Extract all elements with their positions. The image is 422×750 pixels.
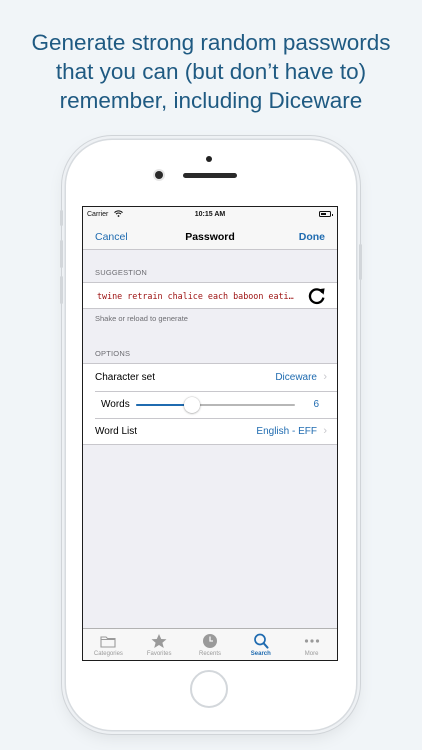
- tab-label: More: [304, 651, 319, 657]
- words-value: 6: [313, 399, 319, 410]
- tab-more[interactable]: More: [286, 629, 337, 660]
- done-button[interactable]: Done: [299, 231, 325, 243]
- tab-search[interactable]: Search: [235, 629, 286, 660]
- marketing-headline: Generate strong random passwords that yo…: [0, 28, 422, 115]
- refresh-icon[interactable]: [307, 286, 327, 306]
- suggestion-section-header: SUGGESTION: [95, 268, 148, 277]
- star-icon: [151, 634, 167, 648]
- clock-icon: [202, 634, 217, 648]
- status-time: 10:15 AM: [194, 211, 226, 218]
- headline-line-3: remember, including Diceware: [59, 88, 363, 113]
- words-row: Words 6: [83, 391, 337, 418]
- character-set-row[interactable]: Character set Diceware ›: [83, 364, 337, 391]
- tab-recents[interactable]: Recents: [185, 629, 236, 660]
- status-bar: Carrier 10:15 AM: [83, 207, 337, 223]
- word-list-label: Word List: [95, 426, 138, 437]
- tab-label: Search: [250, 651, 271, 657]
- options-group: Character set Diceware › Words 6 Word Li…: [83, 363, 337, 445]
- words-label: Words: [101, 399, 130, 410]
- more-icon: [304, 639, 319, 643]
- search-icon: [253, 633, 269, 649]
- options-section-header: OPTIONS: [95, 349, 131, 358]
- words-slider[interactable]: [136, 397, 295, 413]
- word-list-row[interactable]: Word List English - EFF ›: [83, 418, 337, 445]
- folder-icon: [100, 636, 116, 648]
- home-button: [190, 670, 228, 708]
- suggestion-cell: twine retrain chalice each baboon eati…: [83, 282, 337, 309]
- character-set-value: Diceware: [275, 372, 317, 383]
- front-camera: [155, 171, 163, 179]
- tab-label: Recents: [198, 651, 221, 657]
- word-list-value: English - EFF: [256, 426, 317, 437]
- power-button: [359, 244, 362, 280]
- battery-icon: [319, 211, 333, 217]
- headline-line-2: that you can (but don’t have to): [55, 59, 367, 84]
- tab-categories[interactable]: Categories: [83, 629, 134, 660]
- mute-switch: [60, 210, 63, 226]
- proximity-sensor: [206, 156, 212, 162]
- tab-bar: Categories Favorites Recents Search More: [83, 628, 337, 660]
- suggestion-footer: Shake or reload to generate: [95, 314, 188, 323]
- tab-favorites[interactable]: Favorites: [134, 629, 185, 660]
- chevron-right-icon: ›: [323, 371, 327, 383]
- volume-down-button: [60, 276, 63, 304]
- character-set-label: Character set: [95, 372, 156, 383]
- chevron-right-icon: ›: [323, 425, 327, 437]
- tab-label: Categories: [93, 651, 123, 657]
- tab-label: Favorites: [146, 651, 172, 657]
- slider-thumb[interactable]: [183, 397, 200, 413]
- password-suggestion[interactable]: twine retrain chalice each baboon eati…: [97, 291, 297, 301]
- headline-line-1: Generate strong random passwords: [31, 30, 391, 55]
- earpiece-speaker: [183, 173, 237, 178]
- phone-screen: Carrier 10:15 AM Cancel Password Done SU…: [82, 206, 338, 661]
- volume-up-button: [60, 240, 63, 268]
- navigation-bar: Cancel Password Done: [83, 223, 337, 250]
- cancel-button[interactable]: Cancel: [95, 231, 128, 243]
